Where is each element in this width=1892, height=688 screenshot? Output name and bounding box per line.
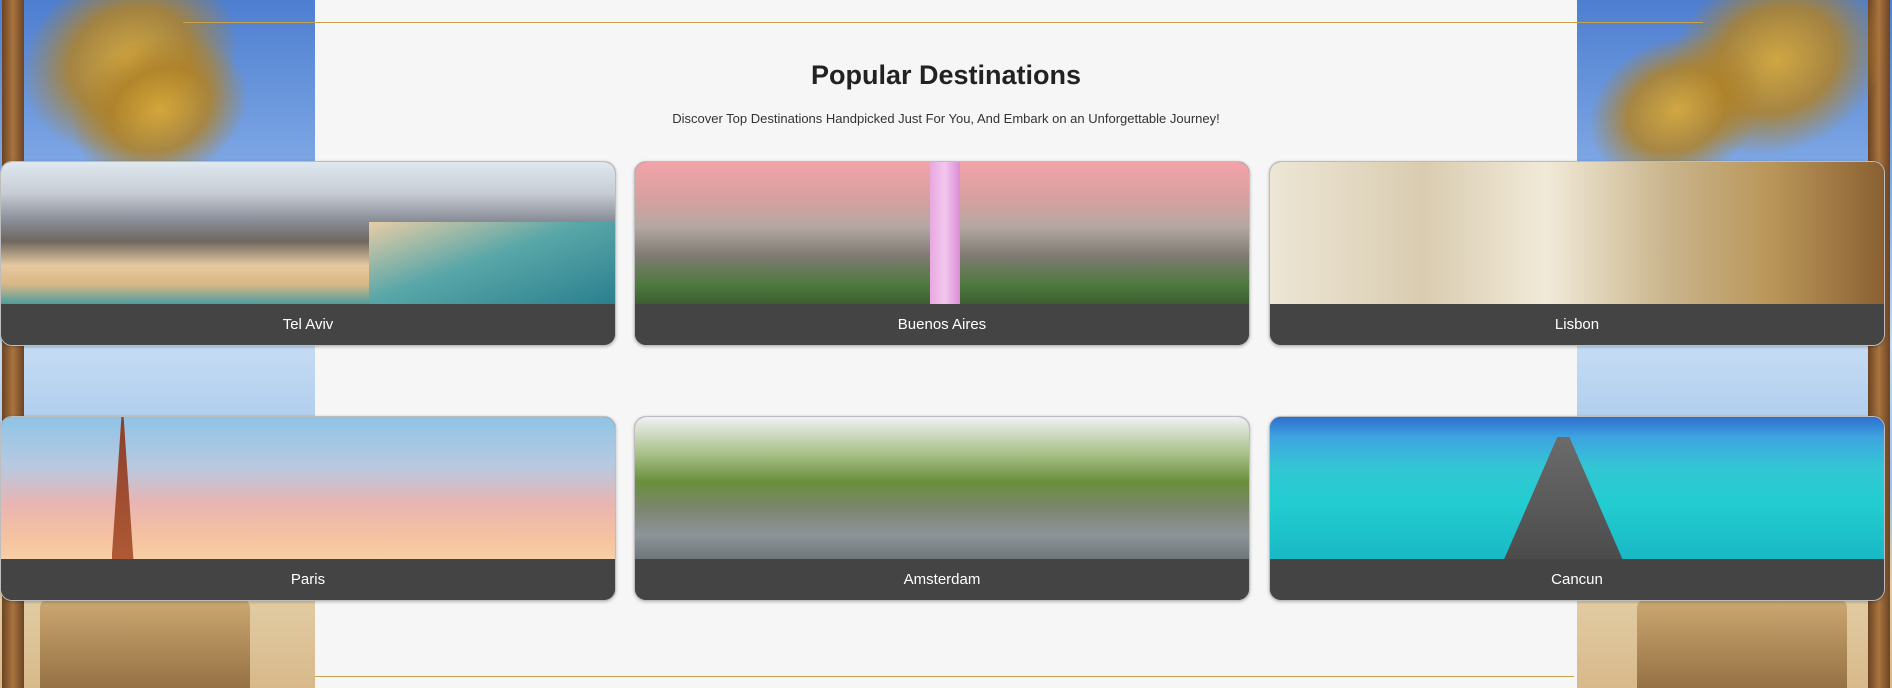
- destination-card-lisbon[interactable]: Lisbon: [1269, 161, 1885, 346]
- destination-label: Lisbon: [1270, 304, 1884, 345]
- destination-image-tel-aviv: [1, 162, 615, 306]
- bottom-divider: [315, 676, 1574, 677]
- destination-label: Tel Aviv: [1, 304, 615, 345]
- section-subtitle: Discover Top Destinations Handpicked Jus…: [672, 111, 1220, 126]
- destination-image-paris: [1, 417, 615, 561]
- destination-card-paris[interactable]: Paris: [0, 416, 616, 601]
- destination-card-cancun[interactable]: Cancun: [1269, 416, 1885, 601]
- destination-label: Cancun: [1270, 559, 1884, 600]
- destination-image-cancun: [1270, 417, 1884, 561]
- destination-image-lisbon: [1270, 162, 1884, 306]
- destination-card-amsterdam[interactable]: Amsterdam: [634, 416, 1250, 601]
- destination-label: Buenos Aires: [635, 304, 1249, 345]
- destination-card-tel-aviv[interactable]: Tel Aviv: [0, 161, 616, 346]
- destination-card-buenos-aires[interactable]: Buenos Aires: [634, 161, 1250, 346]
- destination-image-buenos-aires: [635, 162, 1249, 306]
- destination-image-amsterdam: [635, 417, 1249, 561]
- destination-label: Paris: [1, 559, 615, 600]
- section-title: Popular Destinations: [810, 60, 1082, 90]
- top-divider: [183, 22, 1703, 23]
- destination-label: Amsterdam: [635, 559, 1249, 600]
